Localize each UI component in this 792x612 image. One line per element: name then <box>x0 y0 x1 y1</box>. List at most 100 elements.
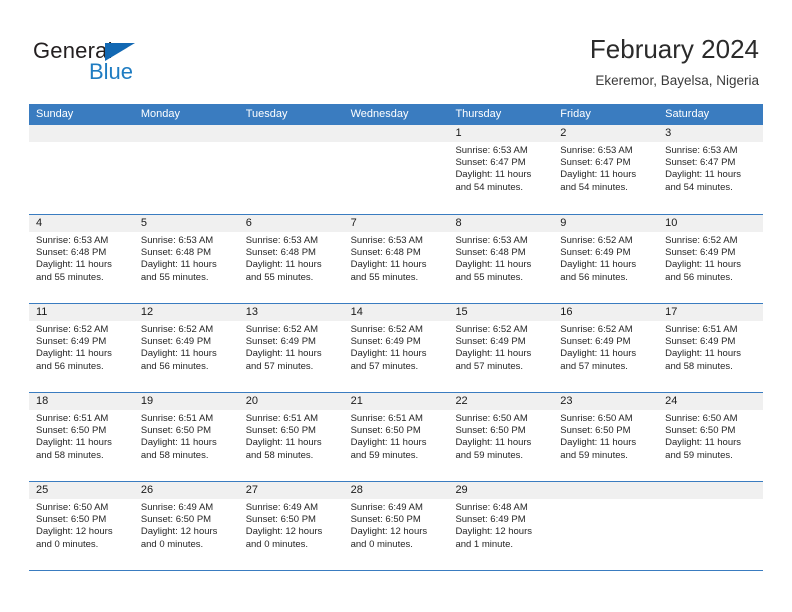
grid-bottom-border <box>29 570 763 571</box>
sunset-text: Sunset: 6:50 PM <box>245 514 316 526</box>
sunrise-text: Sunrise: 6:53 AM <box>36 235 109 246</box>
calendar-week-row: 1 Sunrise: 6:53 AM Sunset: 6:47 PM Daylight… <box>29 125 764 214</box>
day-number <box>343 125 449 142</box>
day-number: 19 <box>133 393 239 410</box>
day-cell[interactable]: 25 Sunrise: 6:50 AM Sunset: 6:50 PM Dayligh… <box>29 482 134 570</box>
sunset-text: Sunset: 6:48 PM <box>455 247 526 259</box>
day-cell[interactable]: 18 Sunrise: 6:51 AM Sunset: 6:50 PM Dayligh… <box>29 393 134 481</box>
page-title: February 2024 <box>589 34 759 64</box>
day-number: 15 <box>448 304 554 321</box>
day-details: Sunrise: 6:52 AM Sunset: 6:49 PM Daylight:… <box>448 321 553 373</box>
day-number <box>29 125 134 142</box>
day-cell[interactable]: 12 Sunrise: 6:52 AM Sunset: 6:49 PM Dayligh… <box>133 304 239 392</box>
day-cell[interactable]: 19 Sunrise: 6:51 AM Sunset: 6:50 PM Dayligh… <box>133 393 239 481</box>
weekday-header-saturday: Saturday <box>665 108 710 120</box>
calendar-page: General Blue February 2024 Ekeremor, Bay… <box>0 0 792 612</box>
day-number: 11 <box>29 304 134 321</box>
day-cell[interactable]: 13 Sunrise: 6:52 AM Sunset: 6:49 PM Dayligh… <box>238 304 344 392</box>
day-number: 14 <box>343 304 449 321</box>
day-number: 10 <box>658 215 764 232</box>
day-details: Sunrise: 6:48 AM Sunset: 6:49 PM Daylight:… <box>448 499 553 551</box>
sunrise-text: Sunrise: 6:49 AM <box>245 502 319 513</box>
sunrise-text: Sunrise: 6:53 AM <box>560 145 633 156</box>
daylight-text: Daylight: 12 hours and 0 minutes. <box>350 526 428 550</box>
day-cell[interactable]: 7 Sunrise: 6:53 AM Sunset: 6:48 PM Daylight… <box>343 215 449 303</box>
sunset-text: Sunset: 6:48 PM <box>36 247 107 259</box>
day-cell[interactable]: 16 Sunrise: 6:52 AM Sunset: 6:49 PM Dayligh… <box>553 304 659 392</box>
daylight-text: Daylight: 11 hours and 59 minutes. <box>560 437 637 461</box>
day-details: Sunrise: 6:49 AM Sunset: 6:50 PM Daylight:… <box>344 499 449 551</box>
day-details: Sunrise: 6:50 AM Sunset: 6:50 PM Daylight:… <box>553 410 658 462</box>
calendar-week-row: 25 Sunrise: 6:50 AM Sunset: 6:50 PM Dayligh… <box>29 481 764 570</box>
day-cell[interactable]: 3 Sunrise: 6:53 AM Sunset: 6:47 PM Daylight… <box>658 125 764 214</box>
weekday-header-thursday: Thursday <box>455 108 502 120</box>
weekday-header-wednesday: Wednesday <box>350 108 409 120</box>
day-cell[interactable]: 9 Sunrise: 6:52 AM Sunset: 6:49 PM Daylight… <box>553 215 659 303</box>
weekday-header-monday: Monday <box>140 108 180 120</box>
day-number: 7 <box>343 215 449 232</box>
sunrise-text: Sunrise: 6:53 AM <box>455 235 528 246</box>
sunset-text: Sunset: 6:49 PM <box>455 514 526 526</box>
day-cell[interactable]: 4 Sunrise: 6:53 AM Sunset: 6:48 PM Daylight… <box>29 215 134 303</box>
daylight-text: Daylight: 11 hours and 54 minutes. <box>560 169 637 193</box>
day-number <box>553 482 659 499</box>
day-details: Sunrise: 6:53 AM Sunset: 6:48 PM Daylight:… <box>448 232 553 284</box>
day-number: 12 <box>133 304 239 321</box>
calendar-grid: Sunday Monday Tuesday Wednesday Thursday Frid… <box>29 104 764 571</box>
daylight-text: Daylight: 12 hours and 1 minute. <box>455 526 533 550</box>
day-details: Sunrise: 6:52 AM Sunset: 6:49 PM Daylight:… <box>134 321 239 373</box>
day-number: 25 <box>29 482 134 499</box>
sunrise-text: Sunrise: 6:51 AM <box>665 324 738 335</box>
day-cell[interactable]: 15 Sunrise: 6:52 AM Sunset: 6:49 PM Dayligh… <box>448 304 554 392</box>
sunrise-text: Sunrise: 6:48 AM <box>455 502 528 513</box>
general-blue-logo[interactable]: General Blue <box>33 38 233 86</box>
day-cell[interactable]: 22 Sunrise: 6:50 AM Sunset: 6:50 PM Dayligh… <box>448 393 554 481</box>
day-cell[interactable]: 8 Sunrise: 6:53 AM Sunset: 6:48 PM Daylight… <box>448 215 554 303</box>
day-number: 23 <box>553 393 659 410</box>
day-cell[interactable]: 2 Sunrise: 6:53 AM Sunset: 6:47 PM Daylight… <box>553 125 659 214</box>
sunset-text: Sunset: 6:48 PM <box>140 247 212 259</box>
day-cell[interactable]: 24 Sunrise: 6:50 AM Sunset: 6:50 PM Dayligh… <box>658 393 764 481</box>
day-cell[interactable]: 20 Sunrise: 6:51 AM Sunset: 6:50 PM Dayligh… <box>238 393 344 481</box>
day-cell[interactable]: 6 Sunrise: 6:53 AM Sunset: 6:48 PM Daylight… <box>238 215 344 303</box>
sunset-text: Sunset: 6:49 PM <box>665 247 736 259</box>
day-cell[interactable]: 1 Sunrise: 6:53 AM Sunset: 6:47 PM Daylight… <box>448 125 554 214</box>
day-details: Sunrise: 6:50 AM Sunset: 6:50 PM Daylight:… <box>448 410 553 462</box>
daylight-text: Daylight: 11 hours and 56 minutes. <box>140 348 217 372</box>
sunset-text: Sunset: 6:50 PM <box>560 425 631 437</box>
sunset-text: Sunset: 6:49 PM <box>560 247 631 259</box>
day-cell[interactable]: 27 Sunrise: 6:49 AM Sunset: 6:50 PM Dayligh… <box>238 482 344 570</box>
daylight-text: Daylight: 12 hours and 0 minutes. <box>36 526 113 550</box>
daylight-text: Daylight: 11 hours and 56 minutes. <box>560 259 637 283</box>
sunrise-text: Sunrise: 6:53 AM <box>665 145 738 156</box>
day-cell[interactable]: 28 Sunrise: 6:49 AM Sunset: 6:50 PM Dayligh… <box>343 482 449 570</box>
day-cell[interactable]: 23 Sunrise: 6:50 AM Sunset: 6:50 PM Dayligh… <box>553 393 659 481</box>
weekday-header-sunday: Sunday <box>36 108 74 120</box>
calendar-weeks: 1 Sunrise: 6:53 AM Sunset: 6:47 PM Daylight… <box>29 125 764 570</box>
sunrise-text: Sunrise: 6:49 AM <box>140 502 214 513</box>
sunrise-text: Sunrise: 6:50 AM <box>36 502 109 513</box>
day-number <box>238 125 344 142</box>
day-cell[interactable]: 14 Sunrise: 6:52 AM Sunset: 6:49 PM Dayligh… <box>343 304 449 392</box>
sunset-text: Sunset: 6:49 PM <box>665 336 736 348</box>
day-cell[interactable]: 29 Sunrise: 6:48 AM Sunset: 6:49 PM Dayligh… <box>448 482 554 570</box>
day-cell[interactable]: 5 Sunrise: 6:53 AM Sunset: 6:48 PM Daylight… <box>133 215 239 303</box>
sunrise-text: Sunrise: 6:49 AM <box>350 502 423 513</box>
day-cell[interactable]: 10 Sunrise: 6:52 AM Sunset: 6:49 PM Dayligh… <box>658 215 764 303</box>
weekday-header-friday: Friday <box>560 108 591 120</box>
daylight-text: Daylight: 11 hours and 57 minutes. <box>350 348 427 372</box>
day-cell[interactable]: 11 Sunrise: 6:52 AM Sunset: 6:49 PM Dayligh… <box>29 304 134 392</box>
sunset-text: Sunset: 6:49 PM <box>140 336 212 348</box>
sunrise-text: Sunrise: 6:52 AM <box>36 324 109 335</box>
day-details: Sunrise: 6:53 AM Sunset: 6:48 PM Daylight:… <box>134 232 239 284</box>
sunset-text: Sunset: 6:50 PM <box>140 514 212 526</box>
daylight-text: Daylight: 11 hours and 55 minutes. <box>455 259 532 283</box>
daylight-text: Daylight: 11 hours and 57 minutes. <box>455 348 532 372</box>
day-cell[interactable]: 21 Sunrise: 6:51 AM Sunset: 6:50 PM Dayligh… <box>343 393 449 481</box>
day-cell[interactable]: 26 Sunrise: 6:49 AM Sunset: 6:50 PM Dayligh… <box>133 482 239 570</box>
sunset-text: Sunset: 6:49 PM <box>455 336 526 348</box>
day-number: 18 <box>29 393 134 410</box>
sunrise-text: Sunrise: 6:51 AM <box>140 413 214 424</box>
day-cell[interactable]: 17 Sunrise: 6:51 AM Sunset: 6:49 PM Dayligh… <box>658 304 764 392</box>
day-details: Sunrise: 6:51 AM Sunset: 6:50 PM Daylight:… <box>134 410 239 462</box>
